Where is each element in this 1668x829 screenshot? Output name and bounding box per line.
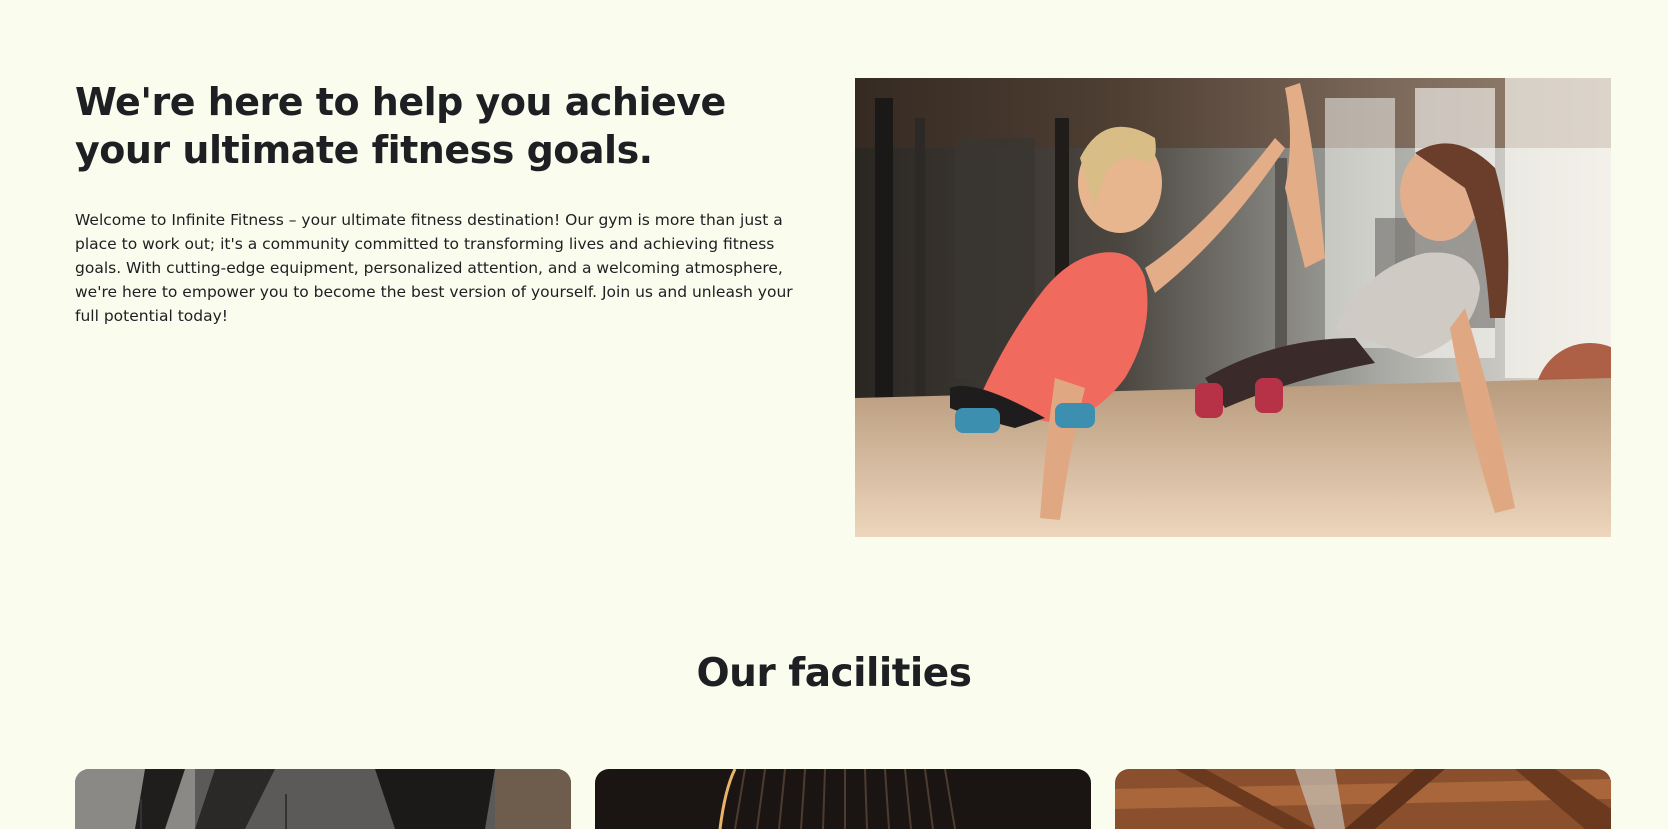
facility-card-2[interactable] xyxy=(595,769,1091,829)
gym-interior-photo xyxy=(75,769,571,829)
hero-photo-two-women-high-five xyxy=(855,78,1611,537)
about-heading: We're here to help you achieve your ulti… xyxy=(75,80,726,172)
facilities-heading: Our facilities xyxy=(696,651,972,696)
about-text-block: We're here to help you achieve your ulti… xyxy=(75,78,815,328)
dark-studio-photo xyxy=(595,769,1091,829)
wooden-ceiling-photo xyxy=(1115,769,1611,829)
facility-card-1[interactable] xyxy=(75,769,571,829)
about-description: Welcome to Infinite Fitness – your ultim… xyxy=(75,211,793,325)
facility-card-3[interactable] xyxy=(1115,769,1611,829)
